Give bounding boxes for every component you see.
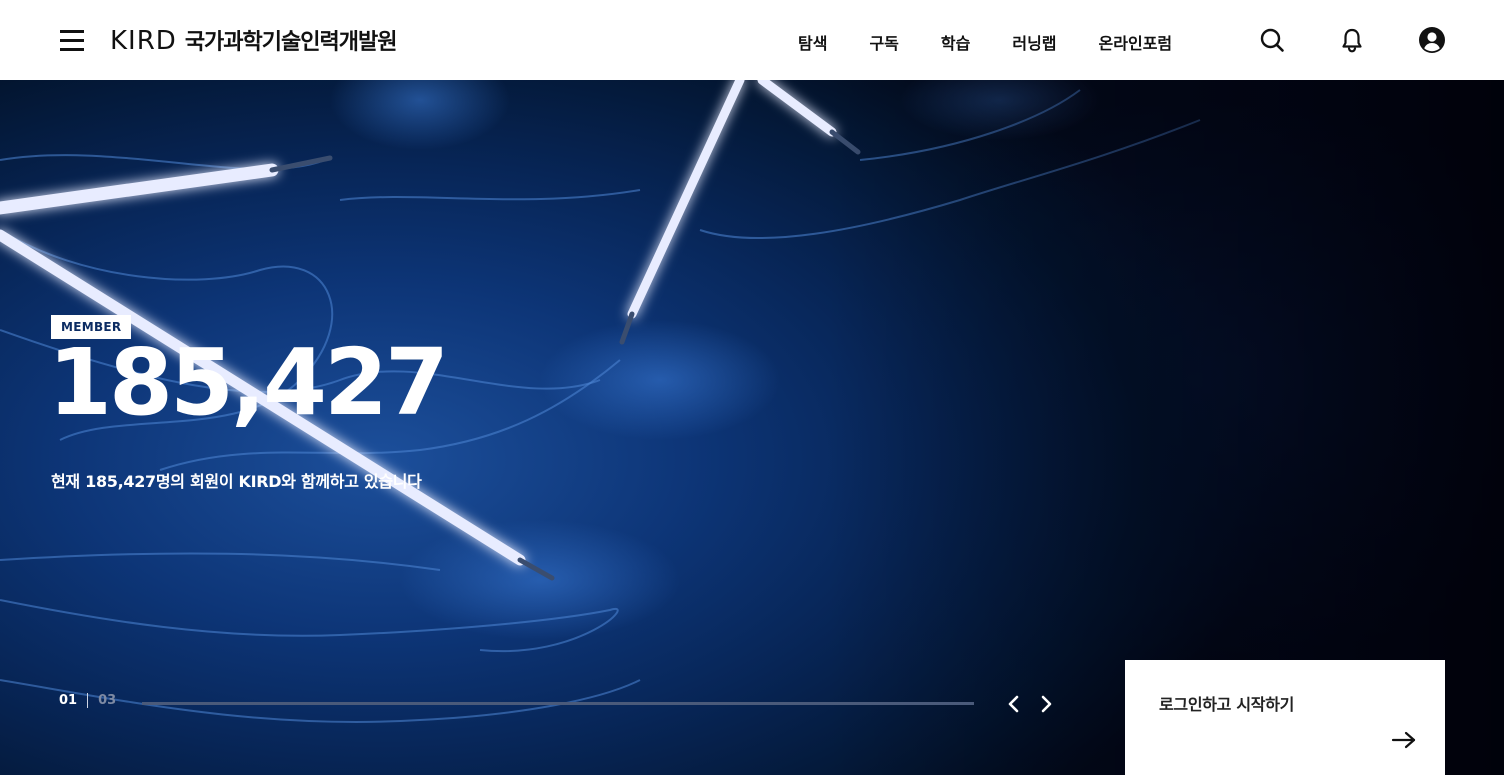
- arrow-right-icon: [1391, 730, 1417, 750]
- login-start-label: 로그인하고 시작하기: [1159, 695, 1295, 714]
- nav-item-subscribe[interactable]: 구독: [869, 30, 898, 54]
- site-logo[interactable]: KIRD 국가과학기술인력개발원: [110, 24, 398, 56]
- prev-slide-button[interactable]: [1004, 692, 1024, 716]
- logo-mark: KIRD: [110, 26, 177, 56]
- nav-item-online-forum[interactable]: 온라인포럼: [1099, 30, 1173, 54]
- hamburger-menu-icon[interactable]: [60, 28, 84, 52]
- user-circle-icon[interactable]: [1418, 26, 1446, 54]
- next-slide-button[interactable]: [1036, 692, 1056, 716]
- slide-pager: 01 03: [59, 693, 116, 708]
- search-icon[interactable]: [1258, 26, 1286, 54]
- login-start-card[interactable]: 로그인하고 시작하기: [1125, 660, 1445, 775]
- pager-divider: [87, 693, 89, 708]
- hero-banner: MEMBER 185,427 현재 185,427명의 회원이 KIRD와 함께…: [0, 80, 1504, 775]
- nav-item-explore[interactable]: 탐색: [798, 30, 827, 54]
- pager-current: 01: [59, 693, 78, 708]
- nav-item-learning-lab[interactable]: 러닝랩: [1012, 30, 1056, 54]
- hero-description: 현재 185,427명의 회원이 KIRD와 함께하고 있습니다: [51, 472, 422, 491]
- main-nav: 탐색 구독 학습 러닝랩 온라인포럼: [798, 30, 1172, 54]
- chevron-right-icon: [1041, 695, 1052, 713]
- site-header: KIRD 국가과학기술인력개발원 탐색 구독 학습 러닝랩 온라인포럼: [0, 0, 1504, 80]
- member-count: 185,427: [48, 329, 449, 436]
- slide-progress-bar: [142, 702, 974, 705]
- nav-item-learn[interactable]: 학습: [941, 30, 970, 54]
- logo-text: 국가과학기술인력개발원: [184, 30, 398, 55]
- bell-icon[interactable]: [1338, 26, 1366, 54]
- chevron-left-icon: [1008, 695, 1019, 713]
- pager-total: 03: [98, 693, 117, 708]
